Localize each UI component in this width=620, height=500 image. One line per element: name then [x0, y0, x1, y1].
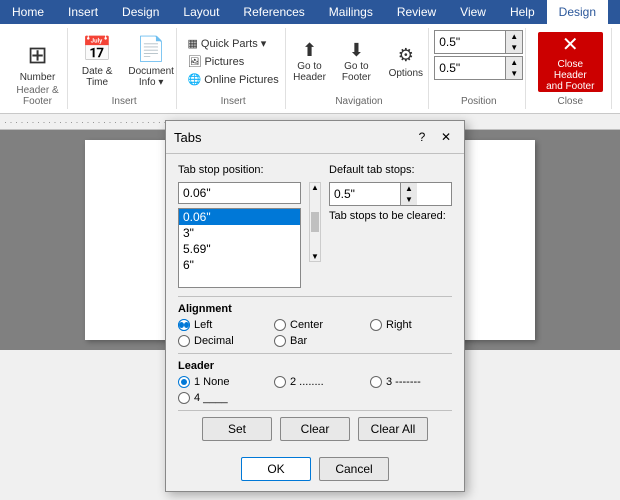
action-buttons-row: Set Clear Clear All — [178, 417, 452, 441]
modal-overlay: Tabs ? ✕ Tab stop position: 0.06" 3" 5.6… — [0, 0, 620, 500]
default-tab-down[interactable]: ▼ — [401, 194, 417, 205]
alignment-label: Alignment — [178, 303, 452, 315]
align-right-label: Right — [386, 319, 412, 331]
scroll-down-icon[interactable]: ▼ — [311, 252, 319, 261]
dialog-window-controls: ? ✕ — [412, 127, 456, 147]
top-form-row: Tab stop position: 0.06" 3" 5.69" 6" ▲ ▼ — [178, 164, 452, 288]
default-tab-stops-label: Default tab stops: — [329, 164, 452, 176]
leader-3-option[interactable]: 3 ------- — [370, 376, 450, 388]
leader-1-option[interactable]: 1 None — [178, 376, 258, 388]
divider-1 — [178, 296, 452, 297]
alignment-group: Left Center Right Decimal Bar — [178, 319, 452, 347]
leader-group: 1 None 2 ........ 3 ------- 4 ____ — [178, 376, 452, 404]
leader-4-option[interactable]: 4 ____ — [178, 392, 258, 404]
align-decimal-option[interactable]: Decimal — [178, 335, 258, 347]
dialog-title: Tabs — [174, 130, 201, 145]
leader-2-radio[interactable] — [274, 376, 286, 388]
dialog-titlebar: Tabs ? ✕ — [166, 121, 464, 154]
align-decimal-label: Decimal — [194, 335, 234, 347]
cancel-button[interactable]: Cancel — [319, 457, 389, 481]
leader-2-label: 2 ........ — [290, 376, 324, 388]
tab-stops-listbox[interactable]: 0.06" 3" 5.69" 6" — [178, 208, 301, 288]
default-tab-input[interactable] — [330, 183, 400, 205]
leader-4-label: 4 ____ — [194, 392, 228, 404]
dialog-help-button[interactable]: ? — [412, 127, 432, 147]
listbox-scrollbar[interactable]: ▲ ▼ — [309, 182, 321, 262]
align-center-label: Center — [290, 319, 323, 331]
align-bar-option[interactable]: Bar — [274, 335, 354, 347]
divider-3 — [178, 410, 452, 411]
list-item-1[interactable]: 3" — [179, 225, 300, 241]
tab-stop-position-label: Tab stop position: — [178, 164, 301, 176]
dialog-footer: OK Cancel — [166, 451, 464, 491]
leader-4-radio[interactable] — [178, 392, 190, 404]
list-item-0[interactable]: 0.06" — [179, 209, 300, 225]
align-center-option[interactable]: Center — [274, 319, 354, 331]
list-item-2[interactable]: 5.69" — [179, 241, 300, 257]
scroll-up-icon[interactable]: ▲ — [311, 183, 319, 192]
align-right-option[interactable]: Right — [370, 319, 450, 331]
default-tab-spinner-btns: ▲ ▼ — [400, 183, 417, 205]
leader-3-radio[interactable] — [370, 376, 382, 388]
tabs-dialog: Tabs ? ✕ Tab stop position: 0.06" 3" 5.6… — [165, 120, 465, 492]
dialog-close-button[interactable]: ✕ — [436, 127, 456, 147]
align-center-radio[interactable] — [274, 319, 286, 331]
align-bar-label: Bar — [290, 335, 307, 347]
default-tab-up[interactable]: ▲ — [401, 183, 417, 194]
align-bar-radio[interactable] — [274, 335, 286, 347]
align-decimal-radio[interactable] — [178, 335, 190, 347]
leader-3-label: 3 ------- — [386, 376, 421, 388]
clear-all-button[interactable]: Clear All — [358, 417, 428, 441]
clear-button[interactable]: Clear — [280, 417, 350, 441]
tab-stop-position-col: Tab stop position: 0.06" 3" 5.69" 6" — [178, 164, 301, 288]
set-button[interactable]: Set — [202, 417, 272, 441]
list-item-3[interactable]: 6" — [179, 257, 300, 273]
tab-stop-position-input[interactable] — [178, 182, 301, 204]
align-left-label: Left — [194, 319, 212, 331]
align-left-radio[interactable] — [178, 319, 190, 331]
default-tab-col: Default tab stops: ▲ ▼ Tab stops to be c… — [329, 164, 452, 222]
tab-stops-to-clear-label: Tab stops to be cleared: — [329, 210, 452, 222]
align-right-radio[interactable] — [370, 319, 382, 331]
leader-2-option[interactable]: 2 ........ — [274, 376, 354, 388]
default-tab-spinner: ▲ ▼ — [329, 182, 452, 206]
divider-2 — [178, 353, 452, 354]
scroll-thumb — [311, 212, 319, 232]
ok-button[interactable]: OK — [241, 457, 311, 481]
dialog-body: Tab stop position: 0.06" 3" 5.69" 6" ▲ ▼ — [166, 154, 464, 451]
leader-label: Leader — [178, 360, 452, 372]
leader-1-label: 1 None — [194, 376, 229, 388]
align-left-option[interactable]: Left — [178, 319, 258, 331]
leader-1-radio[interactable] — [178, 376, 190, 388]
